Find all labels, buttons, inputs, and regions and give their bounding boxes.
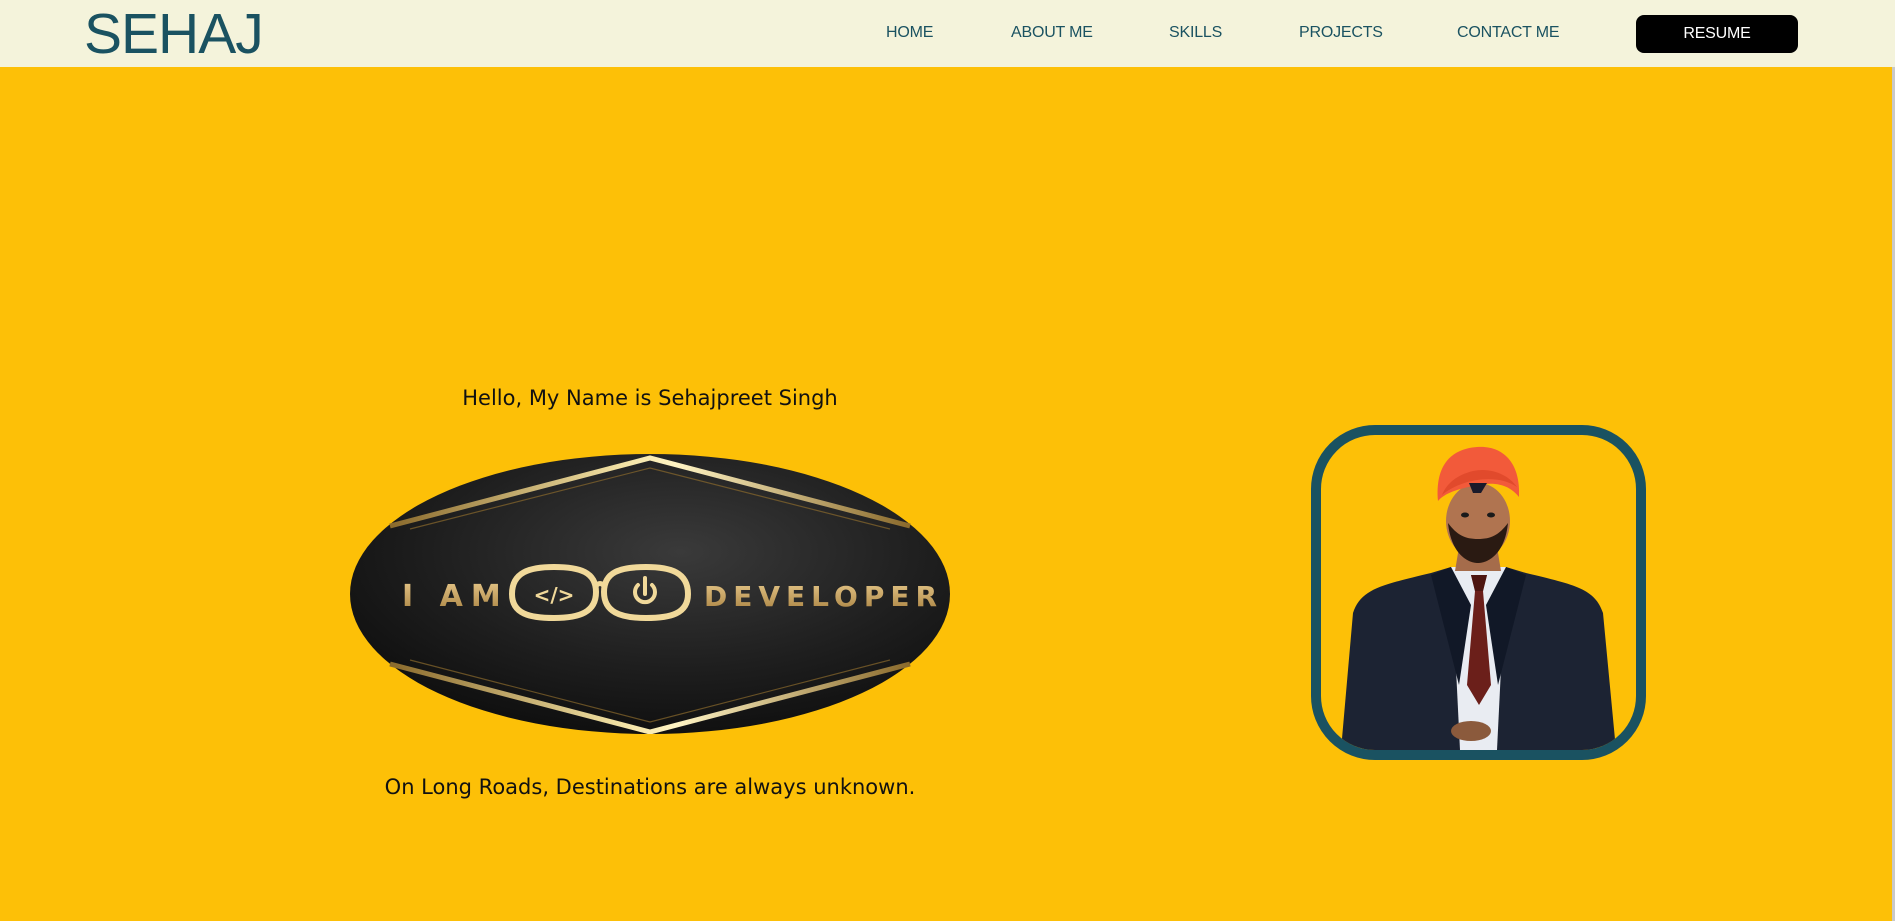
nav-home[interactable]: HOME (886, 24, 933, 42)
nav-projects[interactable]: PROJECTS (1299, 24, 1383, 42)
badge-right-text: DEVELOPER (704, 580, 943, 613)
nav-contact-me[interactable]: CONTACT ME (1457, 24, 1560, 42)
badge-left-text: I AM (402, 579, 509, 614)
developer-badge: I AM </> DEVELOPER (350, 454, 950, 735)
code-glyph: </> (534, 583, 575, 607)
top-navbar: SEHAJ HOME ABOUT ME SKILLS PROJECTS CONT… (0, 0, 1895, 67)
nav-about-me[interactable]: ABOUT ME (1011, 24, 1093, 42)
nav-skills[interactable]: SKILLS (1169, 24, 1222, 42)
resume-button[interactable]: RESUME (1636, 15, 1798, 53)
profile-photo (1311, 425, 1646, 760)
tagline-text: On Long Roads, Destinations are always u… (384, 775, 916, 799)
greeting-text: Hello, My Name is Sehajpreet Singh (462, 386, 838, 410)
site-logo[interactable]: SEHAJ (84, 2, 264, 66)
